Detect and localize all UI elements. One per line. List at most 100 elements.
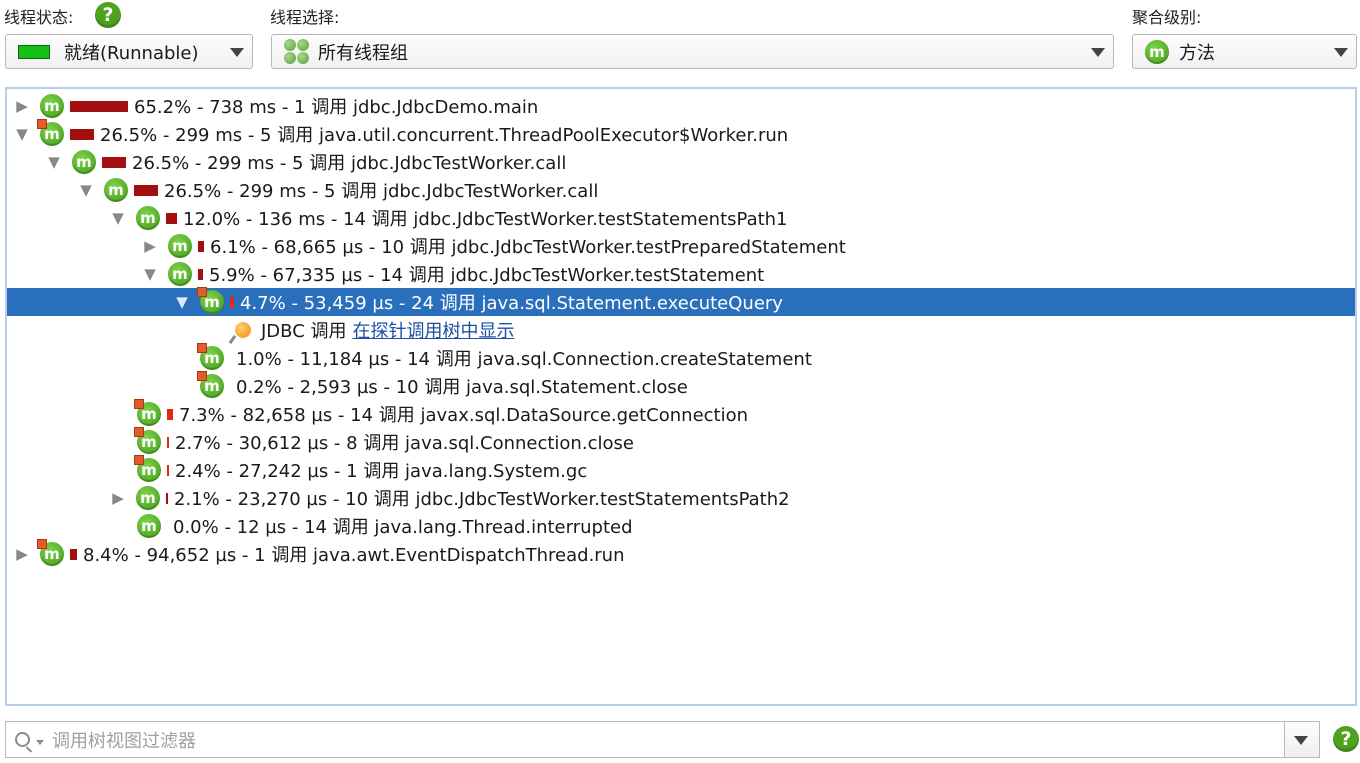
time-bar (102, 156, 126, 168)
method-icon: m (134, 399, 161, 426)
expand-toggle-icon[interactable]: ▶ (142, 237, 158, 255)
tree-row-text: 65.2% - 738 ms - 1 调用 jdbc.JdbcDemo.main (134, 97, 539, 118)
show-in-probe-tree-link[interactable]: 在探针调用树中显示 (353, 317, 515, 343)
expand-toggle-icon[interactable]: ▼ (78, 181, 94, 199)
method-icon: m (40, 94, 64, 118)
tree-row[interactable]: ▶ m 6.1% - 68,665 µs - 10 调用 jdbc.JdbcTe… (7, 232, 1355, 260)
method-icon: m (168, 234, 192, 258)
method-icon: m (197, 371, 224, 398)
filter-history-dropdown-button[interactable] (1284, 722, 1319, 757)
help-icon[interactable]: ? (95, 2, 121, 28)
tree-row[interactable]: ▶ m 8.4% - 94,652 µs - 1 调用 java.awt.Eve… (7, 539, 1355, 568)
tree-row[interactable]: ▼ m 26.5% - 299 ms - 5 调用 jdbc.JdbcTestW… (7, 176, 1355, 204)
time-bar (198, 268, 203, 280)
tree-row-text: 26.5% - 299 ms - 5 调用 jdbc.JdbcTestWorke… (164, 181, 599, 202)
expand-toggle-icon[interactable]: ▼ (142, 265, 158, 283)
thread-group-icon (284, 38, 310, 65)
thread-flag-icon (134, 399, 144, 409)
expand-toggle-icon[interactable]: ▼ (110, 209, 126, 227)
thread-flag-icon (197, 371, 207, 381)
tree-row[interactable]: ▼ m 26.5% - 299 ms - 5 调用 java.util.conc… (7, 119, 1355, 148)
tree-row-text: 12.0% - 136 ms - 14 调用 jdbc.JdbcTestWork… (183, 209, 788, 230)
tree-row[interactable]: m 0.0% - 12 µs - 14 调用 java.lang.Thread.… (7, 512, 1355, 540)
method-icon: m (104, 178, 128, 202)
time-bar (167, 464, 169, 476)
tree-row[interactable]: ▶ m 65.2% - 738 ms - 1 调用 jdbc.JdbcDemo.… (7, 92, 1355, 120)
search-icon[interactable] (15, 732, 30, 747)
thread-group-value: 所有线程组 (318, 42, 408, 64)
chevron-down-icon (1334, 48, 1348, 57)
tree-row[interactable]: ▼ m 26.5% - 299 ms - 5 调用 jdbc.JdbcTestW… (7, 148, 1355, 176)
call-tree[interactable]: ▶ m 65.2% - 738 ms - 1 调用 jdbc.JdbcDemo.… (5, 87, 1357, 706)
tree-row-text: 26.5% - 299 ms - 5 调用 java.util.concurre… (100, 125, 789, 146)
filter-placeholder: 调用树视图过滤器 (52, 730, 196, 752)
thread-state-dropdown[interactable]: 就绪(Runnable) (5, 34, 253, 69)
tree-row[interactable]: ▼ m 5.9% - 67,335 µs - 14 调用 jdbc.JdbcTe… (7, 260, 1355, 288)
method-icon: m (137, 514, 161, 538)
time-bar (70, 128, 94, 140)
thread-flag-icon (197, 287, 207, 297)
tree-row[interactable]: m 2.7% - 30,612 µs - 8 调用 java.sql.Conne… (7, 427, 1355, 456)
method-icon: m (136, 206, 160, 230)
tree-row[interactable]: ▶ m 2.1% - 23,270 µs - 10 调用 jdbc.JdbcTe… (7, 484, 1355, 512)
time-bar (230, 296, 234, 308)
jdbc-row[interactable]: JDBC 调用 在探针调用树中显示 (7, 316, 1355, 344)
method-icon: m (1145, 39, 1169, 64)
tree-row-text: 2.1% - 23,270 µs - 10 调用 jdbc.JdbcTestWo… (174, 489, 790, 510)
expand-toggle-icon[interactable]: ▼ (46, 153, 62, 171)
method-icon: m (168, 262, 192, 286)
tree-row[interactable]: m 1.0% - 11,184 µs - 14 调用 java.sql.Conn… (7, 343, 1355, 372)
tree-row-text: 5.9% - 67,335 µs - 14 调用 jdbc.JdbcTestWo… (209, 265, 765, 286)
aggregation-dropdown[interactable]: m 方法 (1132, 34, 1357, 69)
tree-row-text: 1.0% - 11,184 µs - 14 调用 java.sql.Connec… (236, 349, 812, 370)
time-bar (134, 184, 158, 196)
tree-row-text: 2.4% - 27,242 µs - 1 调用 java.lang.System… (175, 461, 588, 482)
time-bar (167, 436, 169, 448)
tree-row-text: 0.2% - 2,593 µs - 10 调用 java.sql.Stateme… (236, 377, 688, 398)
jdbc-call-label: JDBC 调用 (261, 321, 347, 342)
chevron-down-icon (1294, 736, 1308, 745)
method-icon: m (197, 287, 224, 314)
aggregation-value: 方法 (1179, 42, 1215, 64)
time-bar (166, 492, 168, 504)
expand-toggle-icon[interactable]: ▶ (14, 97, 30, 115)
method-icon: m (134, 427, 161, 454)
expand-toggle-icon[interactable]: ▶ (14, 545, 30, 563)
thread-select-label: 线程选择: (270, 8, 340, 27)
filter-help-icon[interactable]: ? (1333, 726, 1359, 752)
thread-flag-icon (134, 427, 144, 437)
tree-filter-field[interactable]: 调用树视图过滤器 (5, 721, 1320, 758)
expand-toggle-icon[interactable]: ▼ (14, 125, 30, 143)
expand-toggle-icon[interactable]: ▶ (110, 489, 126, 507)
tree-row-text: 26.5% - 299 ms - 5 调用 jdbc.JdbcTestWorke… (132, 153, 567, 174)
tree-row-text: 4.7% - 53,459 µs - 24 调用 java.sql.Statem… (240, 293, 783, 314)
tree-row[interactable]: m 7.3% - 82,658 µs - 14 调用 javax.sql.Dat… (7, 399, 1355, 428)
pin-icon (235, 322, 251, 338)
tree-row-text: 6.1% - 68,665 µs - 10 调用 jdbc.JdbcTestWo… (210, 237, 846, 258)
runnable-state-icon (18, 44, 50, 59)
thread-flag-icon (37, 539, 47, 549)
tree-row-selected[interactable]: ▼ m 4.7% - 53,459 µs - 24 调用 java.sql.St… (7, 287, 1355, 316)
thread-group-dropdown[interactable]: 所有线程组 (271, 34, 1114, 69)
expand-toggle-icon[interactable]: ▼ (174, 293, 190, 311)
tree-row-text: 7.3% - 82,658 µs - 14 调用 javax.sql.DataS… (179, 405, 749, 426)
method-icon: m (134, 455, 161, 482)
method-icon: m (136, 486, 160, 510)
tree-row[interactable]: m 0.2% - 2,593 µs - 10 调用 java.sql.State… (7, 371, 1355, 400)
chevron-down-icon (1091, 48, 1105, 57)
thread-flag-icon (134, 455, 144, 465)
thread-flag-icon (197, 343, 207, 353)
time-bar (167, 408, 173, 420)
tree-row-text: 2.7% - 30,612 µs - 8 调用 java.sql.Connect… (175, 433, 634, 454)
method-icon: m (72, 150, 96, 174)
tree-row-text: 8.4% - 94,652 µs - 1 调用 java.awt.EventDi… (83, 545, 625, 566)
time-bar (198, 240, 204, 252)
time-bar (166, 212, 177, 224)
tree-row[interactable]: m 2.4% - 27,242 µs - 1 调用 java.lang.Syst… (7, 455, 1355, 484)
method-icon: m (37, 539, 64, 566)
chevron-down-icon (230, 48, 244, 57)
time-bar (70, 548, 77, 560)
method-icon: m (37, 119, 64, 146)
tree-row[interactable]: ▼ m 12.0% - 136 ms - 14 调用 jdbc.JdbcTest… (7, 204, 1355, 232)
search-options-chevron-icon[interactable] (36, 740, 44, 745)
